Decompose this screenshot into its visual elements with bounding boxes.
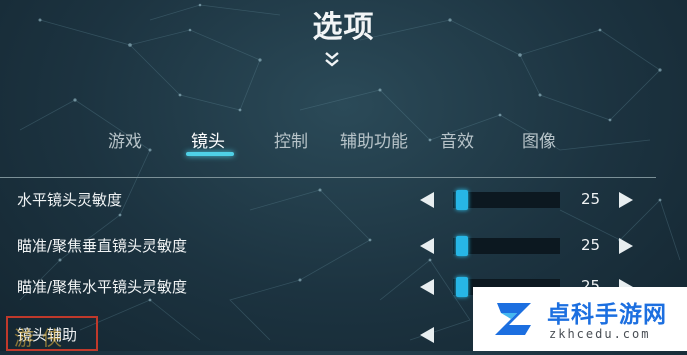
tab-divider — [0, 177, 656, 178]
slider-thumb[interactable] — [456, 236, 468, 256]
setting-label: 瞄准/聚焦水平镜头灵敏度 — [17, 278, 188, 296]
setting-label: 水平镜头灵敏度 — [17, 191, 123, 209]
brand-watermark: 卓科手游网 zkhcedu.com — [473, 287, 687, 351]
tab-controls[interactable]: 控制 — [274, 127, 308, 152]
tab-game[interactable]: 游戏 — [108, 127, 142, 152]
setting-row-aim-vertical-sensitivity: 瞄准/聚焦垂直镜头灵敏度 25 — [0, 226, 687, 266]
active-tab-indicator — [186, 152, 234, 156]
triangle-right-icon[interactable] — [619, 238, 633, 254]
slider-track[interactable] — [453, 236, 560, 256]
page-title: 选项 — [312, 10, 375, 45]
tab-camera[interactable]: 镜头 — [191, 127, 225, 152]
setting-label: 瞄准/聚焦垂直镜头灵敏度 — [17, 237, 188, 255]
brand-name: 卓科手游网 — [547, 302, 667, 328]
setting-value: 25 — [581, 190, 601, 208]
tab-accessibility[interactable]: 辅助功能 — [340, 127, 408, 152]
tab-bar: 游戏 镜头 控制 辅助功能 音效 图像 — [0, 123, 687, 157]
triangle-left-icon[interactable] — [420, 238, 434, 254]
tab-graphics[interactable]: 图像 — [522, 127, 556, 152]
slider-track[interactable] — [453, 190, 560, 210]
setting-row-horizontal-sensitivity: 水平镜头灵敏度 25 — [0, 180, 687, 220]
triangle-left-icon[interactable] — [420, 279, 434, 295]
tab-audio[interactable]: 音效 — [440, 127, 474, 152]
double-chevron-down-icon[interactable] — [322, 50, 342, 68]
triangle-left-icon[interactable] — [420, 192, 434, 208]
slider-thumb[interactable] — [456, 277, 468, 297]
triangle-left-icon[interactable] — [420, 327, 434, 343]
brand-logo-icon — [495, 303, 531, 335]
brand-url: zkhcedu.com — [549, 327, 651, 341]
triangle-right-icon[interactable] — [619, 192, 633, 208]
watermark-text: 游侠 — [14, 326, 70, 350]
slider-thumb[interactable] — [456, 190, 468, 210]
watermark-logo: 游侠 — [6, 316, 98, 351]
setting-value: 25 — [581, 236, 601, 254]
